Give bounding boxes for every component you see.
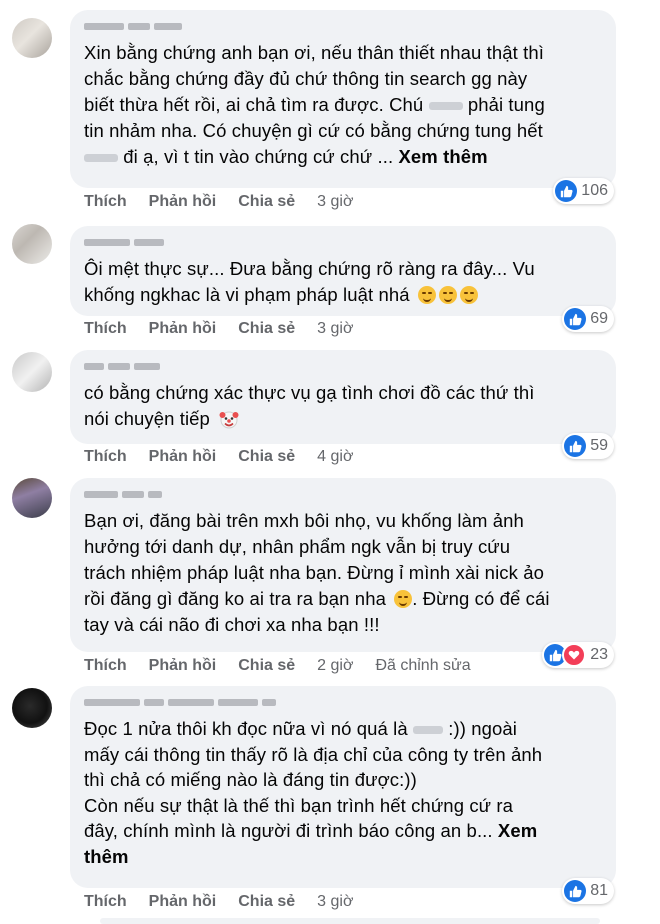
comment-actions: Thích Phản hồi Chia sẻ 3 giờ (84, 893, 353, 911)
like-reaction-icon (564, 880, 587, 902)
author-name-redacted[interactable] (84, 488, 602, 500)
avatar[interactable] (12, 352, 52, 392)
comment-bubble: Đọc 1 nửa thôi kh đọc nữa vì nó quá là :… (70, 686, 616, 888)
like-reaction-icon (555, 180, 578, 202)
like-action[interactable]: Thích (84, 893, 127, 911)
comment-actions: Thích Phản hồi Chia sẻ 3 giờ (84, 193, 353, 211)
reply-action[interactable]: Phản hồi (149, 448, 217, 466)
timestamp[interactable]: 4 giờ (317, 448, 353, 466)
smiling-face-icon (394, 590, 413, 608)
like-action[interactable]: Thích (84, 448, 127, 466)
reaction-summary[interactable]: 23 (542, 642, 614, 668)
smiling-face-icon (417, 286, 436, 304)
comment-text: Bạn ơi, đăng bài trên mxh bôi nhọ, vu kh… (84, 510, 550, 635)
smiling-face-icon (459, 286, 478, 304)
reaction-summary[interactable]: 81 (562, 878, 614, 904)
redacted-text (428, 102, 463, 111)
redacted-text (84, 154, 118, 163)
see-more-link[interactable]: thêm (84, 846, 129, 867)
reaction-count: 81 (590, 882, 608, 899)
reaction-summary[interactable]: 106 (553, 178, 614, 204)
reply-action[interactable]: Phản hồi (149, 193, 217, 211)
timestamp[interactable]: 3 giờ (317, 193, 353, 211)
timestamp[interactable]: 3 giờ (317, 320, 353, 338)
comment-text: Ôi mệt thực sự... Đưa bằng chứng rõ ràng… (84, 258, 535, 305)
comment-text: Đọc 1 nửa thôi kh đọc nữa vì nó quá là :… (84, 718, 543, 867)
comment-actions: Thích Phản hồi Chia sẻ 4 giờ (84, 448, 353, 466)
comment-bubble: Ôi mệt thực sự... Đưa bằng chứng rõ ràng… (70, 226, 616, 316)
see-more-link[interactable]: Xem (498, 820, 537, 841)
share-action[interactable]: Chia sẻ (238, 657, 295, 675)
reaction-summary[interactable]: 59 (562, 433, 614, 459)
like-reaction-icon (564, 435, 587, 457)
reaction-count: 23 (590, 646, 608, 663)
reply-action[interactable]: Phản hồi (149, 657, 217, 675)
like-action[interactable]: Thích (84, 657, 127, 675)
like-reaction-icon (564, 308, 587, 330)
avatar[interactable] (12, 478, 52, 518)
timestamp[interactable]: 2 giờ (317, 657, 353, 675)
reaction-summary[interactable]: 69 (562, 306, 614, 332)
reply-action[interactable]: Phản hồi (149, 320, 217, 338)
smiling-face-icon (438, 286, 457, 304)
avatar[interactable] (12, 688, 52, 728)
next-comment-preview (100, 918, 600, 924)
author-name-redacted[interactable] (84, 360, 602, 372)
comment-actions: Thích Phản hồi Chia sẻ 3 giờ (84, 320, 353, 338)
clown-face-icon (219, 411, 239, 429)
redacted-text (413, 726, 443, 735)
reaction-count: 69 (590, 310, 608, 327)
share-action[interactable]: Chia sẻ (238, 893, 295, 911)
share-action[interactable]: Chia sẻ (238, 448, 295, 466)
reply-action[interactable]: Phản hồi (149, 893, 217, 911)
comment-bubble: Bạn ơi, đăng bài trên mxh bôi nhọ, vu kh… (70, 478, 616, 652)
see-more-link[interactable]: Xem thêm (398, 146, 487, 167)
author-name-redacted[interactable] (84, 236, 602, 248)
edited-label: Đã chỉnh sửa (375, 657, 471, 674)
share-action[interactable]: Chia sẻ (238, 193, 295, 211)
love-reaction-icon (562, 643, 587, 667)
like-action[interactable]: Thích (84, 193, 127, 211)
reaction-count: 106 (581, 182, 608, 199)
avatar[interactable] (12, 224, 52, 264)
author-name-redacted[interactable] (84, 20, 602, 32)
avatar[interactable] (12, 18, 52, 58)
share-action[interactable]: Chia sẻ (238, 320, 295, 338)
comment-bubble: có bằng chứng xác thực vụ gạ tình chơi đ… (70, 350, 616, 444)
author-name-redacted[interactable] (84, 696, 602, 708)
like-action[interactable]: Thích (84, 320, 127, 338)
comment-bubble: Xin bằng chứng anh bạn ơi, nếu thân thiế… (70, 10, 616, 188)
comment-text: Xin bằng chứng anh bạn ơi, nếu thân thiế… (84, 42, 545, 167)
comment-actions: Thích Phản hồi Chia sẻ 2 giờ Đã chỉnh sử… (84, 657, 471, 675)
timestamp[interactable]: 3 giờ (317, 893, 353, 911)
comment-text: có bằng chứng xác thực vụ gạ tình chơi đ… (84, 382, 535, 429)
reaction-count: 59 (590, 437, 608, 454)
